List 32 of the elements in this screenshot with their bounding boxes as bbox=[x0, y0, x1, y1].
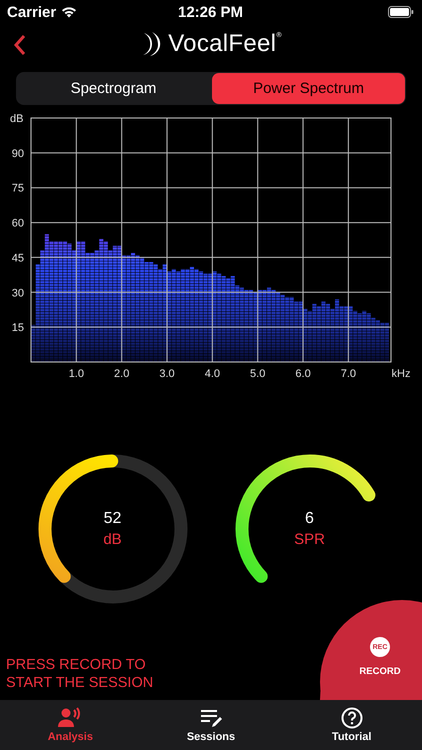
tick-label: 2.0 bbox=[114, 368, 130, 380]
gauge-value: 52 bbox=[104, 510, 122, 528]
gauge-value: 6 bbox=[305, 510, 314, 528]
tab-bar-item[interactable]: Analysis bbox=[0, 700, 141, 750]
tab-bar-item[interactable]: Tutorial bbox=[281, 700, 422, 750]
tick-label: 5.0 bbox=[250, 368, 266, 380]
tick-label: 15 bbox=[12, 322, 24, 334]
tick-label: 3.0 bbox=[159, 368, 175, 380]
tick-label: 60 bbox=[12, 218, 24, 230]
segment-tab[interactable]: Power Spectrum bbox=[212, 73, 405, 104]
tick-label: 1.0 bbox=[68, 368, 84, 380]
tick-label: 7.0 bbox=[340, 368, 356, 380]
clock-time: 12:26 PM bbox=[178, 4, 244, 20]
axis-label: kHz bbox=[392, 368, 410, 380]
gauge-unit: SPR bbox=[294, 531, 325, 548]
wifi-icon bbox=[61, 6, 78, 18]
battery-icon bbox=[388, 6, 414, 18]
tick-label: 4.0 bbox=[204, 368, 220, 380]
tick-label: 45 bbox=[12, 252, 24, 264]
tick-label: 90 bbox=[12, 148, 24, 160]
segment-tab[interactable]: Spectrogram bbox=[17, 73, 210, 104]
axis-label: dB bbox=[10, 113, 24, 125]
tab-bar-item[interactable]: Sessions bbox=[140, 700, 282, 750]
tick-label: 30 bbox=[12, 287, 24, 300]
list-edit-icon bbox=[199, 707, 223, 729]
record-prompt: PRESS RECORD TO START THE SESSION bbox=[6, 656, 154, 692]
tick-label: 75 bbox=[12, 182, 24, 195]
carrier-name: Carrier bbox=[7, 4, 56, 20]
help-icon bbox=[340, 707, 363, 729]
logo-text: VocalFeel$^{®}$ bbox=[168, 30, 282, 58]
tick-label: 6.0 bbox=[295, 368, 311, 380]
gauge-unit: dB bbox=[103, 531, 122, 548]
